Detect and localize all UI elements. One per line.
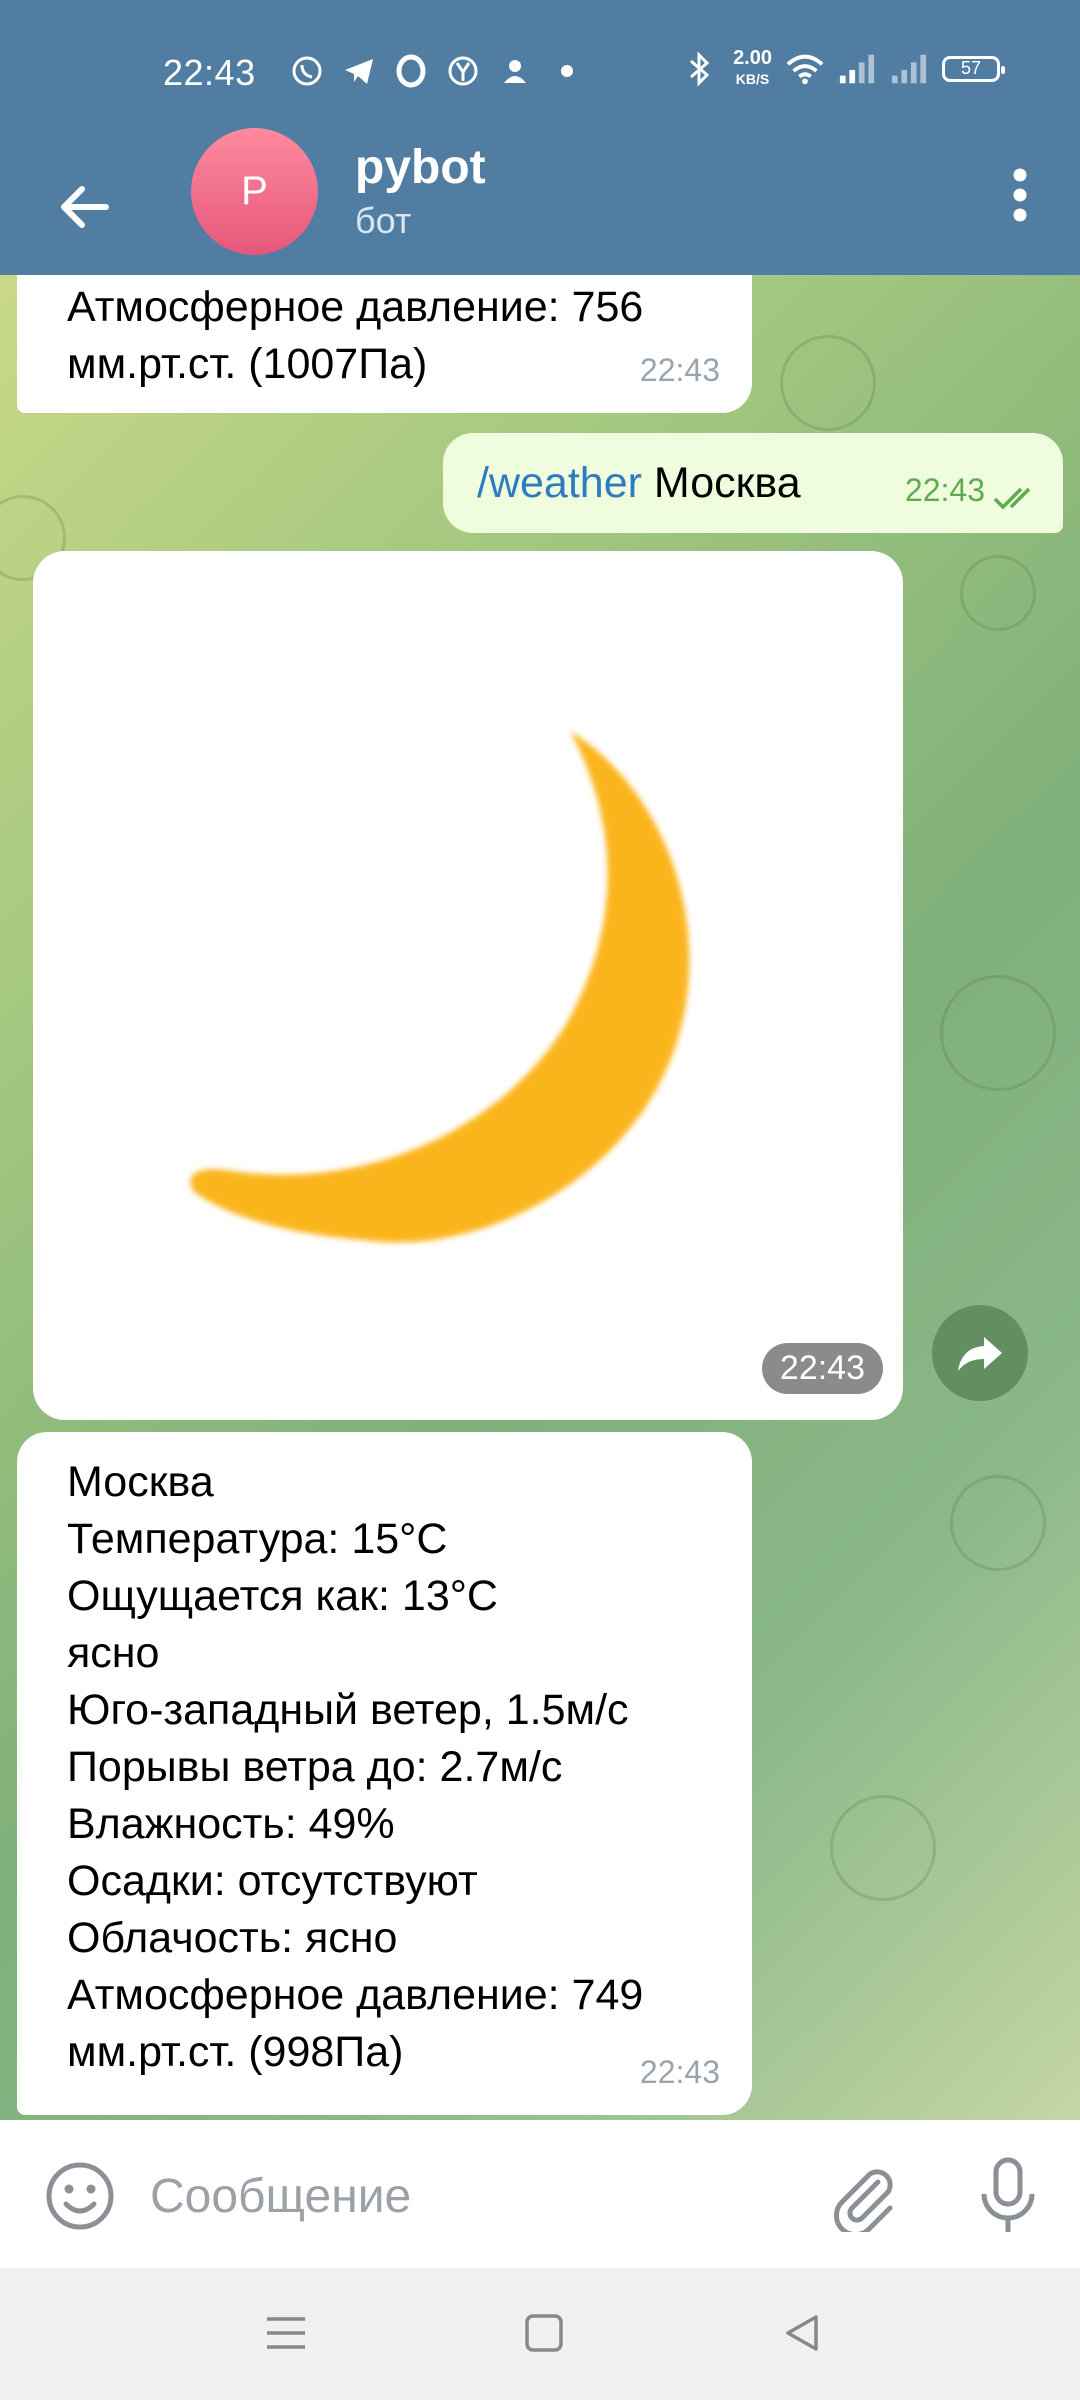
network-speed: 2.00 KB/S — [733, 48, 772, 89]
chat-header — [0, 140, 1080, 275]
wallpaper-doodle — [830, 1795, 936, 1901]
system-navigation-bar — [0, 2268, 1080, 2400]
crescent-moon-image — [190, 731, 690, 1243]
message-list[interactable]: Атмосферное давление: 756 мм.рт.ст. (100… — [0, 275, 1080, 2120]
signal-icon — [838, 50, 876, 88]
weather-condition: ясно — [67, 1629, 160, 1677]
outgoing-message[interactable]: /weather Москва 22:43 — [443, 433, 1063, 533]
message-time: 22:43 — [639, 2054, 720, 2090]
wallpaper-doodle — [780, 335, 876, 431]
opera-icon — [392, 52, 430, 90]
yandex-icon — [444, 52, 482, 90]
message-input[interactable] — [150, 2160, 800, 2232]
read-checkmarks-icon — [993, 487, 1031, 510]
weather-pressure-units: мм.рт.ст. (998Па) — [67, 2028, 404, 2076]
more-button[interactable] — [990, 160, 1050, 230]
status-bar: 22:43 2.00 KB/S 57 — [0, 0, 1080, 140]
attach-button[interactable] — [828, 2160, 900, 2238]
person-icon — [496, 52, 534, 90]
nav-back-button[interactable] — [772, 2308, 832, 2358]
weather-city: Москва — [67, 1458, 214, 1506]
wifi-icon — [786, 50, 824, 88]
arrow-left-icon — [61, 186, 109, 228]
message-time: 22:43 — [639, 352, 720, 388]
incoming-message-weather[interactable]: Москва Температура: 15°C Ощущается как: … — [17, 1432, 752, 2115]
telegram-icon — [340, 52, 378, 90]
weather-feels-like: Ощущается как: 13°C — [67, 1572, 498, 1620]
more-vertical-icon — [1013, 168, 1027, 222]
command-link[interactable]: /weather — [477, 455, 642, 512]
square-icon — [525, 2314, 563, 2352]
weather-precipitation: Осадки: отсутствуют — [67, 1857, 478, 1905]
incoming-message[interactable]: Атмосферное давление: 756 мм.рт.ст. (100… — [17, 275, 752, 413]
network-speed-value: 2.00 — [733, 47, 772, 69]
bluetooth-icon — [681, 50, 719, 88]
emoji-button[interactable] — [44, 2160, 116, 2232]
weather-clouds: Облачость: ясно — [67, 1914, 398, 1962]
wallpaper-doodle — [950, 1475, 1046, 1571]
smiley-icon — [46, 2162, 114, 2230]
network-speed-unit: KB/S — [735, 71, 770, 87]
weather-wind: Юго-западный ветер, 1.5м/с — [67, 1686, 629, 1734]
paperclip-icon — [833, 2169, 893, 2238]
chat-title[interactable]: pybot — [355, 140, 486, 195]
share-button[interactable] — [932, 1305, 1028, 1401]
photo-message[interactable]: 22:43 — [33, 551, 903, 1420]
chat-subtitle: бот — [355, 200, 412, 241]
menu-lines-icon — [267, 2317, 305, 2349]
weather-gusts: Порывы ветра до: 2.7м/с — [67, 1743, 563, 1791]
microphone-button[interactable] — [972, 2156, 1044, 2236]
wallpaper-doodle — [940, 975, 1056, 1091]
weather-pressure: Атмосферное давление: 749 — [67, 1971, 644, 2019]
viber-icon — [288, 52, 326, 90]
weather-temperature: Температура: 15°C — [67, 1515, 448, 1563]
microphone-icon — [981, 2157, 1035, 2232]
avatar[interactable]: P — [191, 128, 318, 255]
system-icons: 2.00 KB/S 57 — [681, 48, 1005, 89]
message-text: Атмосферное давление: 756 мм.рт.ст. (100… — [67, 283, 644, 388]
triangle-back-icon — [786, 2315, 818, 2351]
command-argument: Москва — [653, 458, 801, 507]
battery-indicator: 57 — [942, 55, 1005, 82]
photo-time: 22:43 — [761, 1343, 883, 1394]
nav-menu-button[interactable] — [256, 2308, 316, 2358]
weather-humidity: Влажность: 49% — [67, 1800, 395, 1848]
signal-2-icon — [890, 50, 928, 88]
forward-icon — [958, 1337, 1002, 1371]
wallpaper-doodle — [960, 555, 1036, 631]
status-time: 22:43 — [163, 52, 256, 93]
nav-home-button[interactable] — [514, 2308, 574, 2358]
notification-icons — [288, 52, 586, 90]
message-composer — [0, 2120, 1080, 2268]
message-time: 22:43 — [904, 472, 985, 508]
back-button[interactable] — [52, 175, 116, 239]
dot-icon — [548, 52, 586, 90]
